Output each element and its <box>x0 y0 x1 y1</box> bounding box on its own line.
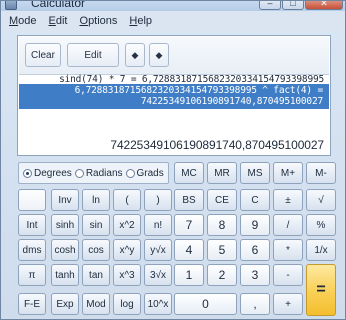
digit-2-button[interactable]: 2 <box>207 264 237 286</box>
history-selected[interactable]: 6,72883187156823203341547933989​95 ^ fac… <box>19 84 329 109</box>
digit-7-button[interactable]: 7 <box>174 214 204 236</box>
backspace-button[interactable]: BS <box>174 189 204 211</box>
log-button[interactable]: log <box>113 293 141 315</box>
multiply-button[interactable]: * <box>273 239 303 261</box>
ln-button[interactable]: ln <box>82 189 110 211</box>
equals-button[interactable]: = <box>306 264 336 316</box>
mod-button[interactable]: Mod <box>82 293 110 315</box>
menu-help[interactable]: Help <box>129 15 152 27</box>
cos-button[interactable]: cos <box>82 239 110 261</box>
maximize-button[interactable]: □ <box>282 1 304 10</box>
subtract-button[interactable]: - <box>273 264 303 286</box>
menu-options[interactable]: Options <box>80 15 118 27</box>
power-button[interactable]: x^y <box>113 239 141 261</box>
cosh-button[interactable]: cosh <box>51 239 79 261</box>
memory-store-button[interactable]: MS <box>240 162 270 184</box>
tan-button[interactable]: tan <box>82 264 110 286</box>
window-controls: – □ ✕ <box>259 1 343 10</box>
digit-0-button[interactable]: 0 <box>174 293 237 315</box>
digit-1-button[interactable]: 1 <box>174 264 204 286</box>
history-line: 7422534910619089174​0,870495100027 <box>140 96 323 107</box>
close-paren-button[interactable]: ) <box>144 189 172 211</box>
title-bar: Calculator – □ ✕ <box>1 1 345 11</box>
digit-4-button[interactable]: 4 <box>174 239 204 261</box>
blank-key[interactable] <box>18 189 46 211</box>
dms-button[interactable]: dms <box>18 239 46 261</box>
calculator-window: Calculator – □ ✕ Mode Edit Options Help … <box>0 0 346 320</box>
clear-button[interactable]: C <box>240 189 270 211</box>
close-button[interactable]: ✕ <box>305 1 343 10</box>
radio-radians[interactable]: Radians <box>74 168 123 179</box>
menu-mode[interactable]: Mode <box>9 15 37 27</box>
exp-button[interactable]: Exp <box>51 293 79 315</box>
history-toolbar: Clear Edit ◆ ◆ <box>19 37 329 75</box>
yth-root-button[interactable]: y√x <box>144 239 172 261</box>
edit-history-button[interactable]: Edit <box>67 43 119 67</box>
decimal-separator-button[interactable]: , <box>240 293 270 315</box>
radio-dot-icon <box>23 168 32 178</box>
pi-button[interactable]: π <box>18 264 46 286</box>
memory-add-button[interactable]: M+ <box>273 162 303 184</box>
result-display: 74225349106190891740,870495100027 <box>110 138 324 152</box>
minimize-button[interactable]: – <box>259 1 281 10</box>
clear-history-button[interactable]: Clear <box>25 43 61 67</box>
square-button[interactable]: x^2 <box>113 214 141 236</box>
sinh-button[interactable]: sinh <box>51 214 79 236</box>
factorial-button[interactable]: n! <box>144 214 172 236</box>
window-title: Calculator <box>31 1 86 10</box>
percent-button[interactable]: % <box>306 214 336 236</box>
ten-power-button[interactable]: 10^x <box>144 293 172 315</box>
sin-button[interactable]: sin <box>82 214 110 236</box>
history-line: 6,72883187156823203341547933989​95 ^ fac… <box>74 85 324 96</box>
cube-button[interactable]: x^3 <box>113 264 141 286</box>
menu-bar: Mode Edit Options Help <box>1 11 345 31</box>
digit-6-button[interactable]: 6 <box>240 239 270 261</box>
digit-3-button[interactable]: 3 <box>240 264 270 286</box>
add-button[interactable]: + <box>273 293 303 315</box>
radio-degrees[interactable]: Degrees <box>23 168 72 179</box>
digit-5-button[interactable]: 5 <box>207 239 237 261</box>
int-button[interactable]: Int <box>18 214 46 236</box>
angle-mode-group: Degrees Radians Grads <box>18 162 169 184</box>
radio-dot-icon <box>125 168 135 178</box>
divide-button[interactable]: / <box>273 214 303 236</box>
fe-button[interactable]: F-E <box>18 293 46 315</box>
memory-recall-button[interactable]: MR <box>207 162 237 184</box>
history-up-icon[interactable]: ◆ <box>125 43 145 67</box>
clear-entry-button[interactable]: CE <box>207 189 237 211</box>
open-paren-button[interactable]: ( <box>113 189 141 211</box>
cube-root-button[interactable]: 3√x <box>144 264 172 286</box>
digit-8-button[interactable]: 8 <box>207 214 237 236</box>
radio-dot-icon <box>74 168 84 178</box>
memory-clear-button[interactable]: MC <box>174 162 204 184</box>
digit-9-button[interactable]: 9 <box>240 214 270 236</box>
reciprocal-button[interactable]: 1/x <box>306 239 336 261</box>
plus-minus-button[interactable]: ± <box>273 189 303 211</box>
history-down-icon[interactable]: ◆ <box>149 43 169 67</box>
calculator-app-icon <box>5 1 17 10</box>
display-panel: Clear Edit ◆ ◆ sind(74) * 7 = 6,72883187… <box>17 35 331 156</box>
inv-button[interactable]: Inv <box>51 189 79 211</box>
memory-subtract-button[interactable]: M- <box>306 162 336 184</box>
radio-grads[interactable]: Grads <box>125 168 164 179</box>
sqrt-button[interactable]: √ <box>306 189 336 211</box>
menu-edit[interactable]: Edit <box>49 15 68 27</box>
tanh-button[interactable]: tanh <box>51 264 79 286</box>
